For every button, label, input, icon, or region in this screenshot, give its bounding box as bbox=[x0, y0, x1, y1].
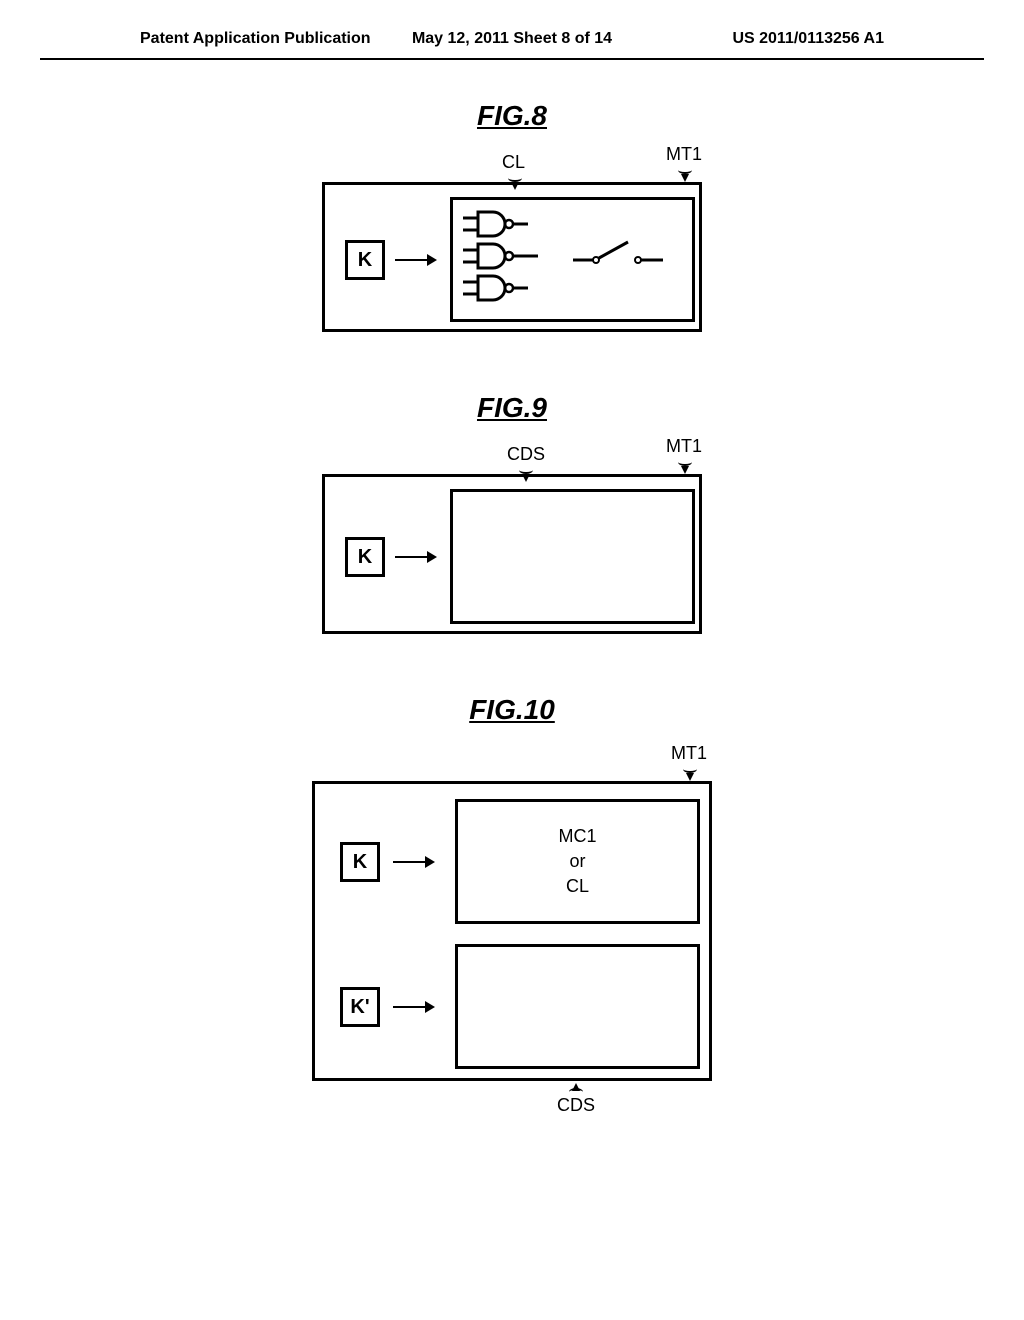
fig9-label-mt1: MT1 bbox=[666, 436, 702, 457]
fig8-arrow bbox=[395, 259, 435, 261]
fig9-k-block: K bbox=[345, 537, 385, 577]
figures-container: FIG.8 CL MT1 K bbox=[0, 60, 1024, 1131]
fig9-inner-box bbox=[450, 489, 695, 624]
fig9-outer-box: K bbox=[322, 474, 702, 634]
fig8-outer-box: K bbox=[322, 182, 702, 332]
fig8-title: FIG.8 bbox=[477, 100, 547, 132]
fig8-circuit-icon bbox=[453, 200, 698, 325]
fig8-k-block: K bbox=[345, 240, 385, 280]
fig10-k-block: K bbox=[340, 842, 380, 882]
fig8-diagram: CL MT1 K bbox=[322, 182, 702, 332]
fig10-inner-mc1: MC1 bbox=[558, 824, 596, 849]
fig10-label-mt1: MT1 bbox=[671, 743, 707, 764]
fig10-kprime-block: K' bbox=[340, 987, 380, 1027]
fig10-arrow-bottom bbox=[393, 1006, 433, 1008]
fig10-outer-box: K MC1 or CL K' bbox=[312, 781, 712, 1081]
fig10-inner-box-bottom bbox=[455, 944, 700, 1069]
fig9-title: FIG.9 bbox=[477, 392, 547, 424]
fig9-label-cds: CDS bbox=[507, 444, 545, 465]
fig10-inner-cl: CL bbox=[566, 874, 589, 899]
fig8-label-mt1: MT1 bbox=[666, 144, 702, 165]
page-header: Patent Application Publication May 12, 2… bbox=[40, 0, 984, 60]
fig10-title: FIG.10 bbox=[469, 694, 555, 726]
fig10-inner-box-top: MC1 or CL bbox=[455, 799, 700, 924]
fig10-inner-or: or bbox=[569, 849, 585, 874]
fig8-label-cl: CL bbox=[502, 152, 525, 173]
header-left: Patent Application Publication bbox=[140, 30, 388, 48]
fig10-label-cds: CDS bbox=[557, 1095, 595, 1116]
header-center: May 12, 2011 Sheet 8 of 14 bbox=[388, 30, 636, 48]
fig10-diagram: MT1 K MC1 or CL K' CDS bbox=[312, 781, 712, 1081]
fig10-arrow-top bbox=[393, 861, 433, 863]
fig9-diagram: CDS MT1 K bbox=[322, 474, 702, 634]
fig9-arrow bbox=[395, 556, 435, 558]
header-right: US 2011/0113256 A1 bbox=[636, 30, 884, 48]
fig8-inner-box bbox=[450, 197, 695, 322]
